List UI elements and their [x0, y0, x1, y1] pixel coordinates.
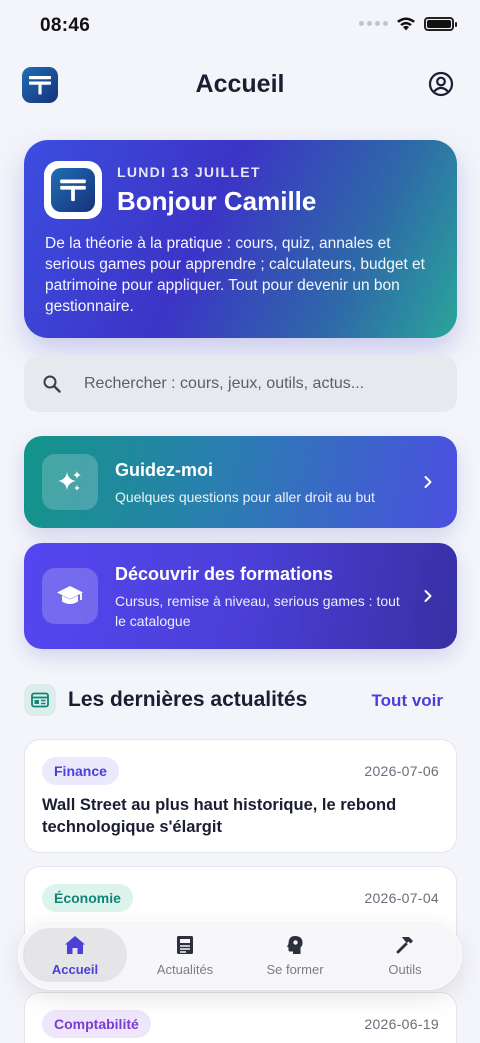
guide-title: Guidez-moi — [115, 460, 213, 480]
news-date: 2026-07-06 — [364, 763, 439, 779]
news-item[interactable]: Finance 2026-07-06 Wall Street au plus h… — [24, 739, 457, 853]
tab-label: Outils — [388, 962, 422, 977]
news-headline: Wall Street au plus haut historique, le … — [42, 796, 397, 836]
hero-date: LUNDI 13 JUILLET — [117, 164, 261, 180]
status-bar: 08:46 — [0, 0, 480, 52]
signal-icon — [359, 21, 388, 26]
chevron-right-icon — [424, 476, 432, 488]
tab-learn[interactable]: Se former — [243, 928, 347, 982]
hero-greeting: Bonjour Camille — [117, 186, 317, 216]
profile-icon[interactable] — [428, 71, 454, 97]
news-date: 2026-07-04 — [364, 890, 439, 906]
hero-description: De la théorie à la pratique : cours, qui… — [45, 235, 425, 315]
news-section-title: Les dernières actualités — [68, 688, 308, 711]
guide-subtitle: Quelques questions pour aller droit au b… — [115, 489, 375, 505]
wifi-icon — [397, 17, 415, 31]
battery-icon — [424, 16, 457, 31]
discover-formations-card[interactable]: Découvrir des formations Cursus, remise … — [24, 543, 457, 649]
tab-label: Se former — [266, 962, 324, 977]
tab-tools[interactable]: Outils — [353, 928, 457, 982]
bottom-tab-bar: Accueil Actualités Se former Outils — [18, 920, 462, 990]
page-title: Accueil — [195, 70, 285, 98]
tab-news[interactable]: Actualités — [133, 928, 237, 982]
search-icon — [43, 375, 61, 393]
sparkles-icon — [42, 454, 98, 510]
guide-me-card[interactable]: Guidez-moi Quelques questions pour aller… — [24, 436, 457, 528]
hammer-icon — [396, 937, 413, 954]
news-tag: Comptabilité — [42, 1010, 151, 1038]
home-icon — [65, 936, 85, 954]
search-input[interactable] — [84, 356, 424, 412]
formations-title: Découvrir des formations — [115, 564, 334, 584]
welcome-hero-card: LUNDI 13 JUILLET Bonjour Camille De la t… — [24, 140, 457, 338]
search-bar[interactable] — [24, 356, 457, 412]
tab-home[interactable]: Accueil — [23, 928, 127, 982]
news-date: 2026-06-19 — [364, 1016, 439, 1032]
news-tag: Économie — [42, 884, 133, 912]
newspaper-icon — [177, 936, 193, 954]
app-header: Accueil — [0, 60, 480, 110]
hero-logo — [44, 161, 102, 219]
news-section-header: Les dernières actualités Tout voir — [24, 684, 457, 718]
chevron-right-icon — [424, 590, 432, 602]
graduation-cap-icon — [42, 568, 98, 624]
tab-label: Actualités — [156, 962, 214, 977]
news-icon — [24, 684, 56, 716]
logo-mark-icon — [60, 179, 86, 202]
news-tag: Finance — [42, 757, 119, 785]
status-time: 08:46 — [40, 15, 91, 36]
brain-head-icon — [287, 936, 303, 954]
formations-subtitle: Cursus, remise à niveau, serious games :… — [115, 593, 400, 629]
see-all-news-link[interactable]: Tout voir — [372, 691, 443, 711]
tab-label: Accueil — [51, 962, 99, 977]
status-icons — [359, 16, 457, 31]
news-item[interactable]: Comptabilité 2026-06-19 — [24, 992, 457, 1043]
